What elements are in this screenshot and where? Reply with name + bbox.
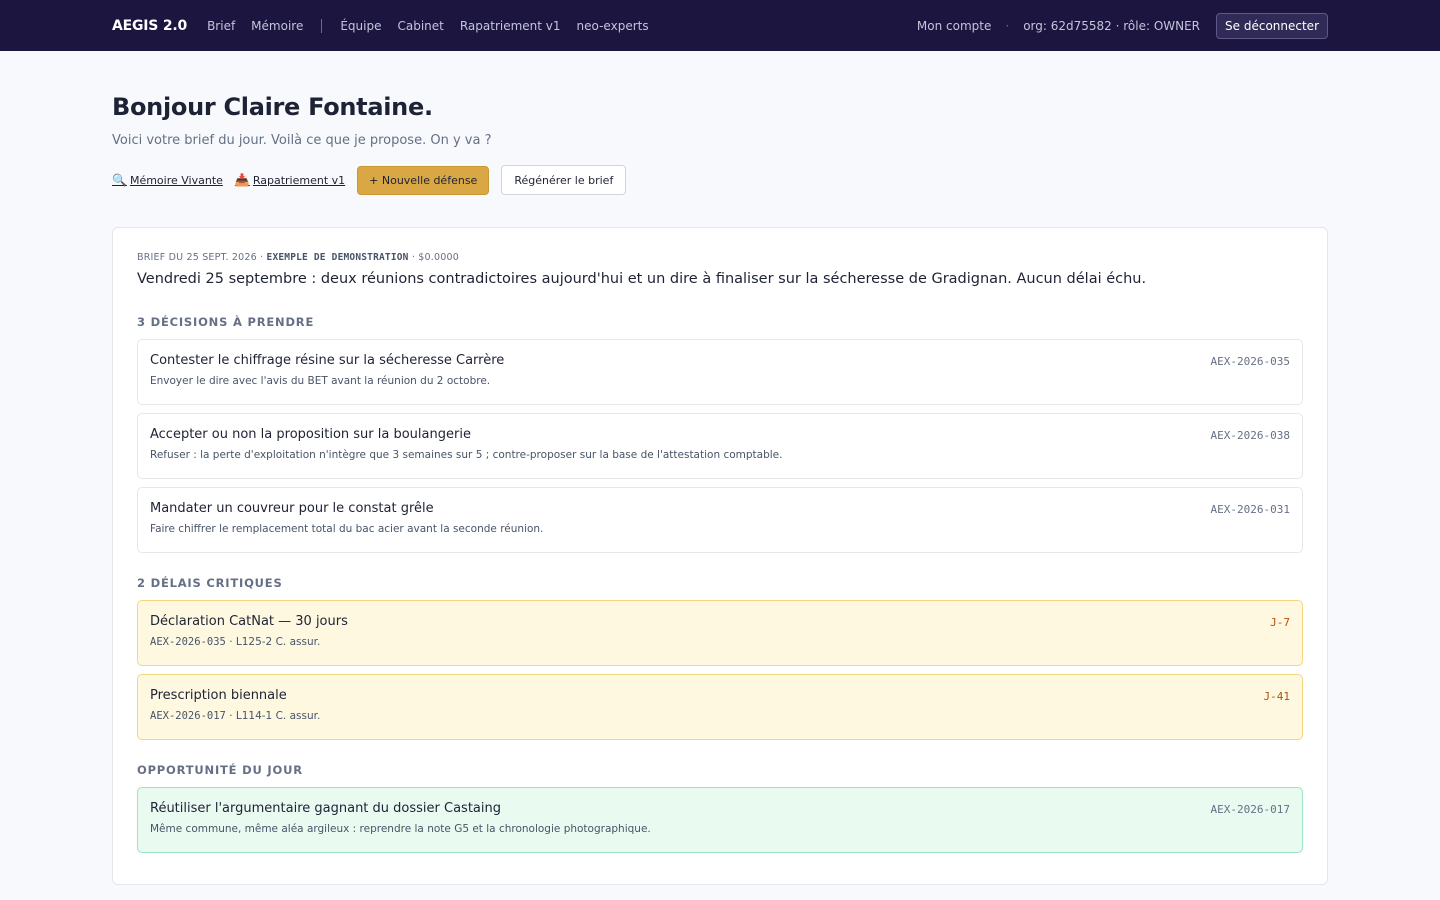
deadline-legal-ref: · L125-2 C. assur.: [229, 636, 321, 648]
case-reference[interactable]: AEX-2026-031: [1211, 503, 1290, 516]
decision-description: Refuser : la perte d'exploitation n'intè…: [150, 449, 783, 461]
page-subtitle: Voici votre brief du jour. Voilà ce que …: [112, 133, 492, 148]
nav-equipe[interactable]: Équipe: [340, 19, 381, 33]
memoire-vivante-label: Mémoire Vivante: [129, 173, 223, 187]
deadline-countdown: J-41: [1263, 690, 1291, 703]
regenerate-brief-button[interactable]: Régénérer le brief: [501, 165, 627, 195]
deadline-details: AEX-2026-017 · L114-1 C. assur.: [150, 710, 1290, 722]
nav-memoire[interactable]: Mémoire: [251, 19, 303, 33]
decision-card[interactable]: Accepter ou non la proposition sur la bo…: [137, 413, 1303, 479]
deadline-details: AEX-2026-035 · L125-2 C. assur.: [150, 636, 1290, 648]
account-link[interactable]: Mon compte: [917, 19, 991, 33]
opportunity-list: Réutiliser l'argumentaire gagnant du dos…: [137, 787, 1303, 853]
main-content: Bonjour Claire Fontaine. Voici votre bri…: [0, 93, 1440, 885]
account-separator: ·: [1005, 18, 1010, 33]
top-navigation-bar: AEGIS 2.0 Brief Mémoire Équipe Cabinet R…: [0, 0, 1440, 51]
brief-date: BRIEF DU 25 SEPT. 2026 ·: [137, 252, 264, 263]
nav-rapatriement[interactable]: Rapatriement v1: [460, 19, 561, 33]
inbox-tray-icon: 📥: [234, 173, 250, 187]
decision-title: Accepter ou non la proposition sur la bo…: [150, 427, 471, 442]
decisions-section-title: 3 DÉCISIONS À PRENDRE: [137, 315, 315, 329]
decision-description: Envoyer le dire avec l'avis du BET avant…: [150, 375, 491, 387]
case-reference[interactable]: AEX-2026-038: [1211, 429, 1290, 442]
opportunity-section-title: OPPORTUNITÉ DU JOUR: [137, 763, 303, 777]
rapatriement-label: Rapatriement v1: [252, 173, 346, 187]
decision-title: Mandater un couvreur pour le constat grê…: [150, 501, 434, 516]
logout-button[interactable]: Se déconnecter: [1216, 12, 1328, 39]
case-reference[interactable]: AEX-2026-035: [1211, 355, 1290, 368]
nav-divider: [321, 18, 323, 33]
page-title: Bonjour Claire Fontaine.: [112, 93, 433, 121]
deadline-title: Déclaration CatNat — 30 jours: [150, 614, 348, 629]
deadline-card[interactable]: Déclaration CatNat — 30 jours AEX-2026-0…: [137, 600, 1303, 666]
opportunity-card[interactable]: Réutiliser l'argumentaire gagnant du dos…: [137, 787, 1303, 853]
nav-cabinet[interactable]: Cabinet: [397, 19, 443, 33]
deadline-case-code: AEX-2026-017: [150, 710, 226, 722]
decision-description: Faire chiffrer le remplacement total du …: [150, 523, 544, 535]
brief-cost: · $0.0000: [411, 252, 459, 263]
deadline-countdown: J-7: [1270, 616, 1290, 629]
memoire-vivante-link[interactable]: 🔍 Mémoire Vivante: [112, 173, 223, 187]
case-reference[interactable]: AEX-2026-017: [1211, 803, 1290, 816]
action-bar: 🔍 Mémoire Vivante 📥 Rapatriement v1 + No…: [112, 165, 1328, 195]
decision-title: Contester le chiffrage résine sur la séc…: [150, 353, 505, 368]
nav-neo-experts[interactable]: neo-experts: [577, 19, 649, 33]
brand-logo[interactable]: AEGIS 2.0: [112, 18, 187, 34]
org-role-label: org: 62d75582 · rôle: OWNER: [1023, 18, 1201, 33]
demo-badge: EXEMPLE DE DEMONSTRATION: [266, 252, 409, 263]
brief-meta: BRIEF DU 25 SEPT. 2026 · EXEMPLE DE DEMO…: [137, 252, 1303, 263]
rapatriement-link[interactable]: 📥 Rapatriement v1: [235, 173, 345, 187]
decisions-list: Contester le chiffrage résine sur la séc…: [137, 339, 1303, 553]
deadlines-list: Déclaration CatNat — 30 jours AEX-2026-0…: [137, 600, 1303, 740]
deadlines-section-title: 2 DÉLAIS CRITIQUES: [137, 576, 283, 590]
deadline-title: Prescription biennale: [150, 688, 287, 703]
opportunity-title: Réutiliser l'argumentaire gagnant du dos…: [150, 801, 501, 816]
account-area: Mon compte · org: 62d75582 · rôle: OWNER…: [917, 12, 1328, 39]
brief-panel: BRIEF DU 25 SEPT. 2026 · EXEMPLE DE DEMO…: [112, 227, 1328, 885]
deadline-case-code: AEX-2026-035: [150, 636, 226, 648]
brief-summary: Vendredi 25 septembre : deux réunions co…: [137, 271, 1147, 287]
deadline-legal-ref: · L114-1 C. assur.: [229, 710, 321, 722]
deadline-card[interactable]: Prescription biennale AEX-2026-017 · L11…: [137, 674, 1303, 740]
decision-card[interactable]: Contester le chiffrage résine sur la séc…: [137, 339, 1303, 405]
opportunity-description: Même commune, même aléa argileux : repre…: [150, 823, 651, 835]
decision-card[interactable]: Mandater un couvreur pour le constat grê…: [137, 487, 1303, 553]
magnifier-icon: 🔍: [112, 173, 127, 187]
new-defense-button[interactable]: + Nouvelle défense: [357, 165, 490, 195]
nav-brief[interactable]: Brief: [207, 19, 235, 33]
